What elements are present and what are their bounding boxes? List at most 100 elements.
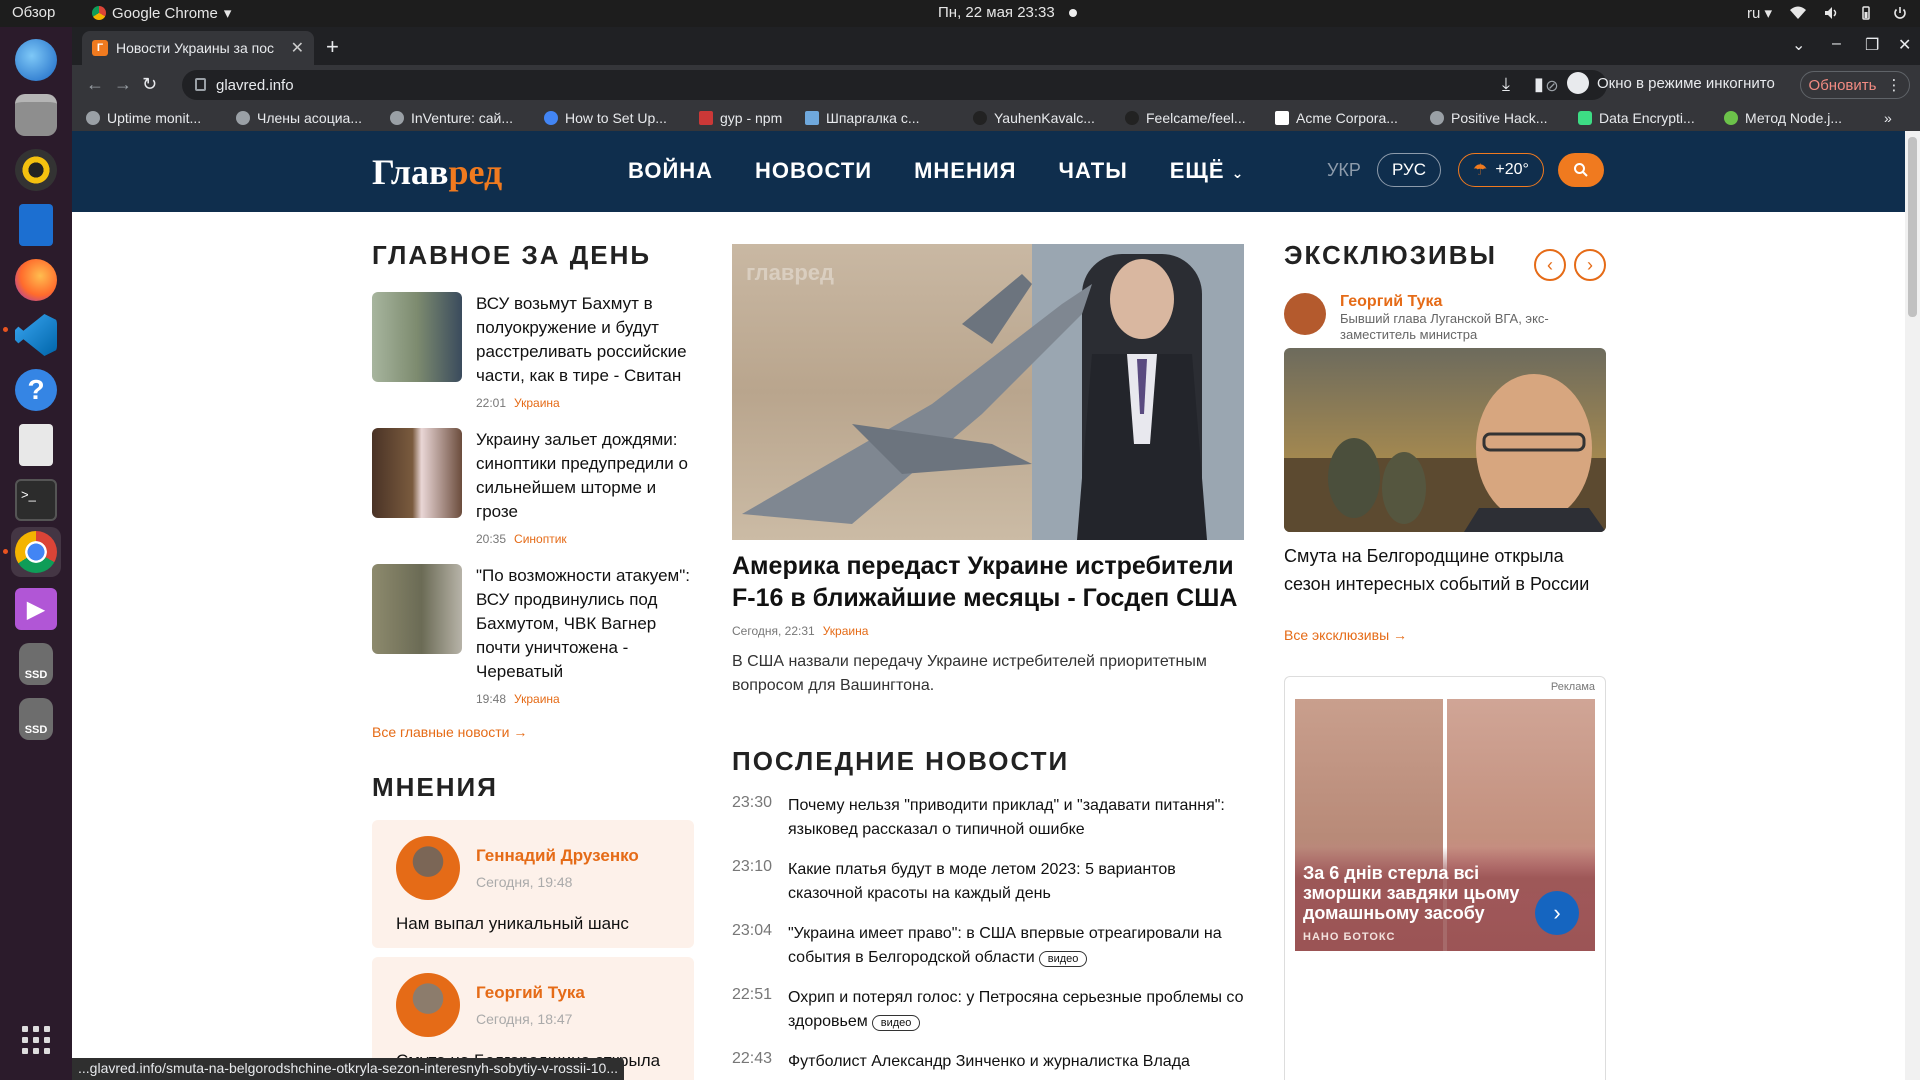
reader-launcher[interactable] — [11, 420, 61, 470]
bookmark-item[interactable]: Positive Hack... — [1430, 110, 1578, 126]
chrome-icon — [15, 531, 57, 573]
bookmark-item[interactable]: How to Set Up... — [544, 110, 699, 126]
lang-rus-button[interactable]: РУС — [1377, 153, 1441, 187]
page-scrollbar[interactable] — [1905, 131, 1920, 1080]
files-icon — [15, 94, 57, 136]
bookmark-item[interactable]: Шпаргалка с... — [805, 110, 973, 126]
exclusive-author[interactable]: Георгий Тука Бывший глава Луганской ВГА,… — [1284, 293, 1580, 343]
author-name[interactable]: Геннадий Друзенко — [476, 846, 639, 866]
nav-more[interactable]: ЕЩЁ ⌄ — [1170, 158, 1245, 184]
chevron-right-icon: › — [1587, 254, 1593, 275]
writer-launcher[interactable] — [11, 200, 61, 250]
bookmark-label: Feelcame/feel... — [1146, 110, 1246, 126]
opinion-date: Сегодня, 19:48 — [476, 874, 573, 890]
wifi-icon[interactable] — [1790, 6, 1806, 20]
top-news-item[interactable]: Украину зальет дождями: синоптики предуп… — [372, 428, 692, 548]
activities-button[interactable]: Обзор — [12, 4, 55, 21]
media-player-launcher[interactable]: ▶ — [11, 584, 61, 634]
files-launcher[interactable] — [11, 90, 61, 140]
close-window-button[interactable]: ✕ — [1898, 35, 1911, 55]
update-label: Обновить — [1808, 76, 1877, 94]
language-indicator[interactable]: ru ▾ — [1747, 4, 1772, 22]
carousel-next-button[interactable]: › — [1574, 249, 1606, 281]
hero-tag[interactable]: Украина — [823, 624, 869, 638]
lang-ukr-link[interactable]: УКР — [1327, 160, 1361, 181]
url-text: glavred.info — [216, 76, 294, 94]
nav-war[interactable]: ВОЙНА — [628, 158, 713, 184]
all-exclusives-link[interactable]: Все эксклюзивы → — [1284, 627, 1407, 643]
bookmark-label: Data Encrypti... — [1599, 110, 1695, 126]
ssd-drive-2[interactable]: SSD — [11, 694, 61, 744]
clock[interactable]: Пн, 22 мая 23:33 — [938, 4, 1077, 21]
carousel-prev-button[interactable]: ‹ — [1534, 249, 1566, 281]
bookmark-item[interactable]: InVenture: сай... — [390, 110, 544, 126]
latest-news-item[interactable]: 22:51 Охрип и потерял голос: у Петросяна… — [732, 986, 1244, 1034]
new-tab-button[interactable]: + — [326, 36, 339, 58]
forward-button[interactable]: → — [114, 74, 132, 95]
bookmark-item[interactable]: YauhenKavalc... — [973, 110, 1125, 126]
news-tag[interactable]: Синоптик — [514, 532, 567, 546]
top-news-item[interactable]: "По возможности атакуем": ВСУ продвинули… — [372, 564, 692, 708]
bookmark-item[interactable]: Data Encrypti... — [1578, 110, 1724, 126]
vscode-launcher[interactable] — [11, 310, 61, 360]
bookmark-favicon-icon — [544, 111, 558, 125]
nav-news[interactable]: НОВОСТИ — [755, 158, 872, 184]
nav-opinions[interactable]: МНЕНИЯ — [914, 158, 1016, 184]
exclusive-title[interactable]: Смута на Белгородщине открыла сезон инте… — [1284, 542, 1606, 598]
latest-news-item[interactable]: 22:43 Футболист Александр Зинченко и жур… — [732, 1050, 1244, 1074]
close-tab-icon[interactable]: ✕ — [291, 38, 304, 58]
latest-news-item[interactable]: 23:04 "Украина имеет право": в США вперв… — [732, 922, 1244, 970]
tab-search-icon[interactable]: ⌄ — [1792, 35, 1805, 55]
volume-icon[interactable] — [1824, 6, 1840, 20]
download-icon[interactable]: ⤓ — [1502, 74, 1510, 95]
chrome-launcher[interactable] — [11, 527, 61, 577]
side-panel-icon[interactable]: ▮ — [1534, 74, 1544, 95]
bookmark-item[interactable]: Uptime monit... — [86, 110, 236, 126]
bookmark-item[interactable]: gyp - npm — [699, 110, 805, 126]
hero-title[interactable]: Америка передаст Украине истребители F-1… — [732, 550, 1244, 614]
rhythmbox-launcher[interactable] — [11, 145, 61, 195]
incognito-indicator[interactable]: Окно в режиме инкогнито — [1567, 72, 1775, 94]
maximize-button[interactable]: ❐ — [1865, 35, 1879, 55]
site-search-button[interactable] — [1558, 153, 1604, 187]
ad-arrow-button[interactable]: › — [1535, 891, 1579, 935]
reload-button[interactable]: ↻ — [142, 74, 157, 95]
author-name[interactable]: Георгий Тука — [1340, 293, 1580, 311]
weather-widget[interactable]: ☂ +20° — [1458, 153, 1544, 187]
back-button[interactable]: ← — [86, 74, 104, 95]
nav-chats[interactable]: ЧАТЫ — [1059, 158, 1128, 184]
bookmark-item[interactable]: Метод Node.j... — [1724, 110, 1864, 126]
eye-off-icon[interactable]: ⊘ — [1545, 76, 1558, 96]
top-news-item[interactable]: ВСУ возьмут Бахмут в полуокружение и буд… — [372, 292, 692, 412]
bookmark-item[interactable]: Feelcame/feel... — [1125, 110, 1275, 126]
scrollbar-thumb[interactable] — [1908, 137, 1917, 317]
more-bookmarks-button[interactable]: » — [1884, 110, 1892, 126]
hero-image[interactable]: главред — [732, 244, 1244, 540]
battery-icon[interactable] — [1858, 6, 1874, 20]
browser-tab[interactable]: Г Новости Украины за пос ✕ — [82, 31, 314, 65]
address-bar[interactable]: glavred.info ⊘ ☆ — [182, 70, 1607, 100]
all-top-news-link[interactable]: Все главные новости → — [372, 724, 527, 740]
bookmark-item[interactable]: Acme Corpora... — [1275, 110, 1430, 126]
news-tag[interactable]: Украина — [514, 396, 560, 410]
app-menu[interactable]: Google Chrome ▾ — [92, 4, 231, 22]
author-name[interactable]: Георгий Тука — [476, 983, 585, 1003]
latest-news-item[interactable]: 23:30 Почему нельзя "приводити приклад" … — [732, 794, 1244, 842]
ad-banner[interactable]: Реклама За 6 днів стерла всі зморшки зав… — [1284, 676, 1606, 1080]
opinion-card[interactable]: Геннадий Друзенко Сегодня, 19:48 Нам вып… — [372, 820, 694, 948]
show-apps-button[interactable] — [11, 1015, 61, 1065]
bookmark-item[interactable]: Члены асоциа... — [236, 110, 390, 126]
thunderbird-launcher[interactable] — [11, 35, 61, 85]
news-tag[interactable]: Украина — [514, 692, 560, 706]
update-button[interactable]: Обновить ⋮ — [1800, 71, 1910, 99]
site-logo[interactable]: Главред — [372, 151, 502, 193]
power-icon[interactable] — [1892, 6, 1908, 20]
help-launcher[interactable]: ? — [11, 365, 61, 415]
hero-date: Сегодня, 22:31 — [732, 624, 815, 638]
minimize-button[interactable]: – — [1832, 35, 1841, 53]
latest-news-item[interactable]: 23:10 Какие платья будут в моде летом 20… — [732, 858, 1244, 906]
firefox-launcher[interactable] — [11, 255, 61, 305]
terminal-launcher[interactable]: >_ — [11, 475, 61, 525]
ssd-drive-1[interactable]: SSD — [11, 639, 61, 689]
exclusive-image[interactable] — [1284, 348, 1606, 532]
